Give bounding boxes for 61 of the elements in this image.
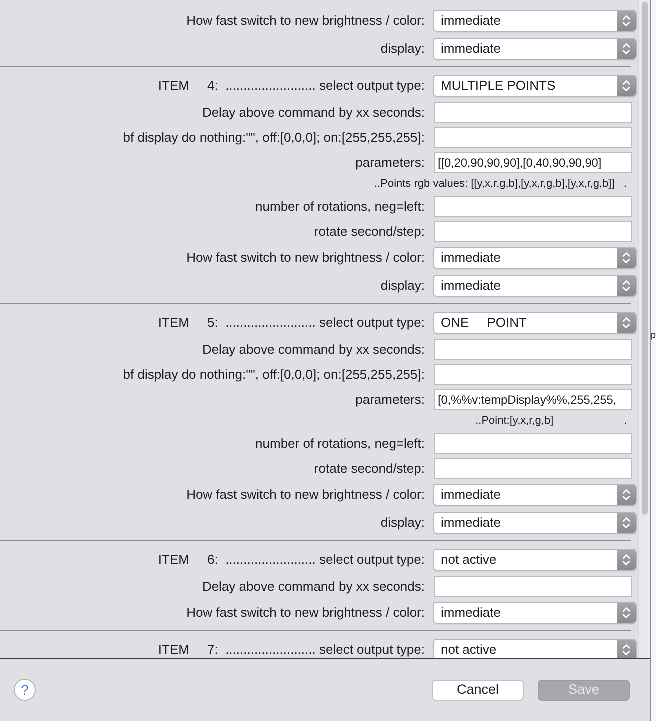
dropdown[interactable]: immediate — [433, 38, 637, 60]
field-label: display: — [380, 41, 425, 56]
text-field[interactable] — [434, 339, 632, 360]
text-field[interactable] — [434, 127, 632, 148]
dropdown[interactable]: immediate — [433, 275, 637, 297]
hint-text: ..Points rgb values: [[y,x,r,g,b],[y,x,r,g,b],[y,x,r,g,b]] . — [374, 177, 627, 192]
field-label: parameters: — [356, 154, 425, 170]
field-label: rotate second/step: — [314, 224, 425, 239]
stepper-icon — [617, 640, 636, 658]
dropdown[interactable]: ONE POINT — [433, 312, 637, 334]
dropdown[interactable]: not active — [433, 639, 637, 658]
dropdown[interactable]: not active — [433, 549, 637, 571]
hint-text: ..Point:[y,x,r,g,b] . — [476, 414, 627, 430]
field-label: display: — [380, 278, 425, 294]
stepper-icon — [617, 76, 636, 96]
text-field[interactable]: [[0,20,90,90,90],[0,40,90,90,90] — [434, 152, 632, 173]
text-field[interactable] — [434, 364, 632, 385]
dropdown[interactable]: immediate — [433, 247, 637, 269]
field-label: How fast switch to new brightness / color: — [186, 487, 425, 502]
text-field[interactable] — [434, 102, 632, 123]
text-field[interactable] — [434, 458, 632, 479]
field-label: ITEM 7: ......................... select output type: — [158, 642, 425, 658]
field-label: How fast switch to new brightness / color: — [186, 13, 425, 28]
field-label: ITEM 4: ......................... select output type: — [158, 78, 425, 94]
stepper-icon — [617, 11, 636, 31]
stepper-icon — [617, 248, 636, 268]
field-label: parameters: — [356, 392, 425, 407]
text-field[interactable] — [434, 196, 632, 217]
stepper-icon — [617, 513, 636, 533]
dropdown[interactable]: MULTIPLE POINTS — [433, 75, 637, 97]
field-label: rotate second/step: — [314, 460, 425, 476]
field-label: bf display do nothing:"", off:[0,0,0]; on:[255,255,255]: — [123, 130, 425, 145]
field-label: Delay above command by xx seconds: — [202, 104, 425, 120]
stepper-icon — [617, 550, 636, 570]
field-label: display: — [380, 515, 425, 530]
field-label: How fast switch to new brightness / color: — [186, 250, 425, 266]
text-field[interactable]: [0,%%v:tempDisplay%%,255,255, — [434, 389, 632, 410]
field-label: Delay above command by xx seconds: — [202, 342, 425, 357]
dropdown[interactable]: immediate — [433, 602, 637, 624]
field-label: How fast switch to new brightness / color: — [186, 605, 425, 620]
stepper-icon — [617, 485, 636, 505]
dialog-button[interactable]: Cancel — [432, 680, 524, 700]
field-label: ITEM 6: ......................... select output type: — [158, 552, 425, 568]
stepper-icon — [617, 603, 636, 623]
field-label: Delay above command by xx seconds: — [202, 578, 425, 594]
field-label: number of rotations, neg=left: — [256, 436, 425, 451]
text-field[interactable] — [434, 433, 632, 454]
dropdown[interactable]: immediate — [433, 484, 637, 506]
field-label: bf display do nothing:"", off:[0,0,0]; on:[255,255,255]: — [123, 366, 425, 382]
scrollbar-thumb[interactable] — [642, 2, 648, 515]
stepper-icon — [617, 313, 636, 333]
text-field[interactable] — [434, 576, 632, 597]
dropdown[interactable]: immediate — [433, 10, 637, 32]
text-field[interactable] — [434, 221, 632, 242]
background-text: p — [651, 331, 656, 340]
field-label: ITEM 5: ......................... select output type: — [158, 315, 425, 330]
stepper-icon — [617, 39, 636, 59]
field-label: number of rotations, neg=left: — [256, 198, 425, 214]
stepper-icon — [617, 276, 636, 296]
dropdown[interactable]: immediate — [433, 512, 637, 534]
help-button[interactable]: ? — [14, 679, 36, 701]
